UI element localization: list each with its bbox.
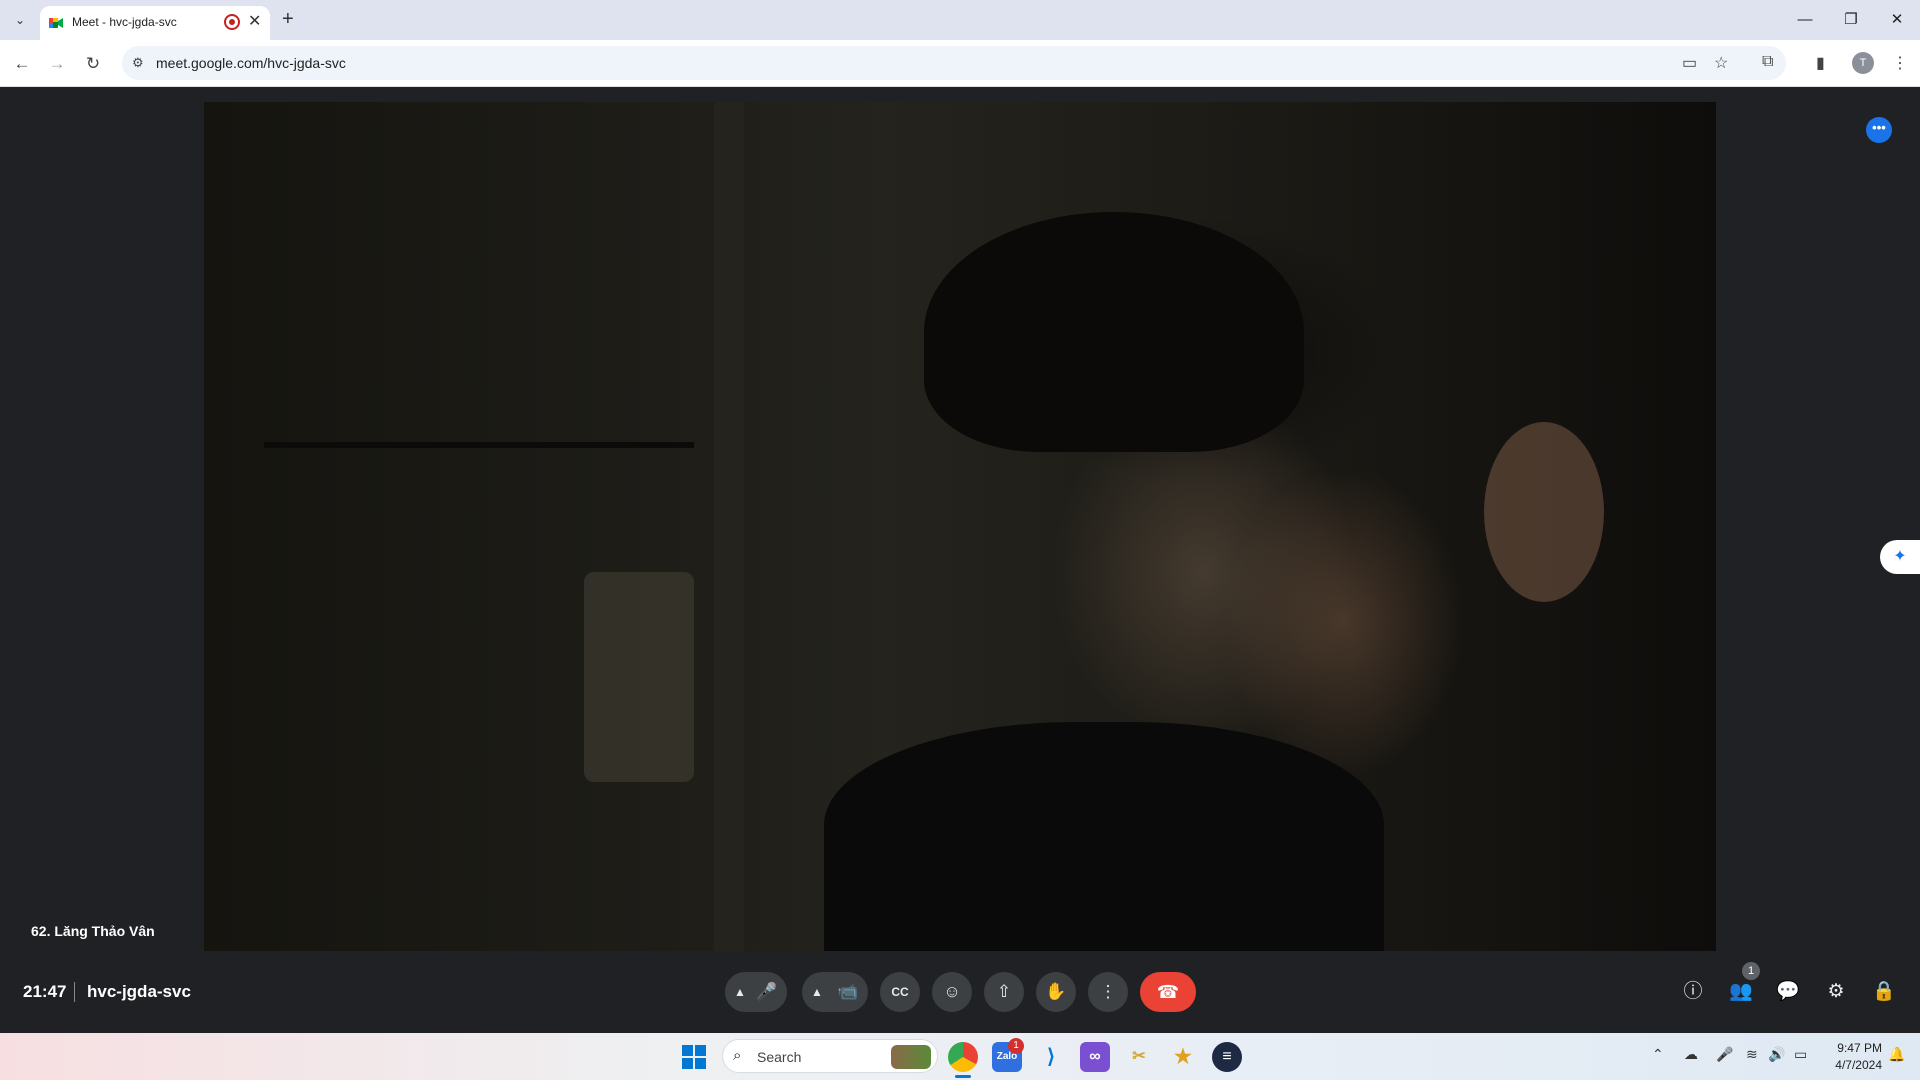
windows-start-icon[interactable] xyxy=(682,1045,706,1069)
meet-content: 62. Lăng Thảo Vân ••• ✦ 21:47 hvc-jgda-s… xyxy=(0,87,1920,1033)
tab-close-icon[interactable]: ✕ xyxy=(248,13,261,31)
camera-in-use-icon[interactable]: ▭ xyxy=(1682,53,1697,73)
notification-badge: 1 xyxy=(1008,1038,1024,1054)
visual-studio-app-icon[interactable]: ∞ xyxy=(1080,1042,1110,1072)
companion-fab-icon[interactable]: ✦ xyxy=(1880,540,1920,574)
close-window-button[interactable]: ✕ xyxy=(1882,8,1912,32)
activities-icon[interactable]: ⚙ xyxy=(1821,977,1851,1007)
hanging-clothes xyxy=(584,572,694,782)
volume-icon[interactable]: 🔊 xyxy=(1768,1046,1785,1063)
meeting-info-icon[interactable]: ⓘ xyxy=(1678,977,1708,1007)
extensions-icon[interactable]: ⧉ xyxy=(1762,53,1773,71)
recording-indicator-icon xyxy=(224,14,240,30)
raise-hand-button[interactable]: ✋ xyxy=(1036,972,1076,1012)
second-face xyxy=(1484,422,1604,602)
divider xyxy=(74,982,75,1002)
more-options-icon[interactable]: ••• xyxy=(1866,117,1892,143)
chrome-menu-icon[interactable]: ⋮ xyxy=(1892,53,1908,73)
wifi-icon[interactable]: ≋ xyxy=(1746,1046,1758,1063)
browser-tab-meet[interactable]: Meet - hvc-jgda-svc ✕ xyxy=(40,6,270,40)
notifications-bell-icon[interactable]: 🔔 xyxy=(1888,1046,1905,1063)
host-controls-icon[interactable]: 🔒 xyxy=(1869,977,1899,1007)
microphone-tray-icon[interactable]: 🎤 xyxy=(1716,1046,1733,1063)
bookmark-star-icon[interactable]: ☆ xyxy=(1714,53,1728,73)
door-frame xyxy=(714,102,744,951)
snipping-tool-app-icon[interactable]: ✂ xyxy=(1124,1042,1154,1072)
clothes-rack xyxy=(264,442,694,448)
windows-taskbar: ⌕ Search Zalo 1 ⟩ ∞ ✂ ★ ≡ ⌃ ☁ 🎤 ≋ 🔊 ▭ 9:… xyxy=(0,1033,1920,1080)
active-app-indicator xyxy=(955,1075,971,1078)
forward-arrow-icon[interactable]: → xyxy=(45,52,69,76)
restore-button[interactable]: ❐ xyxy=(1836,8,1866,32)
url-text[interactable]: meet.google.com/hvc-jgda-svc xyxy=(156,55,346,71)
back-arrow-icon[interactable]: ← xyxy=(10,52,34,76)
starred-app-icon[interactable]: ★ xyxy=(1168,1042,1198,1072)
tab-search-chevron-icon[interactable]: ⌄ xyxy=(10,10,30,30)
search-icon: ⌕ xyxy=(733,1047,742,1064)
participant-video xyxy=(204,102,1716,951)
clock-time[interactable]: 9:47 PM xyxy=(1822,1041,1882,1055)
clock-date[interactable]: 4/7/2024 xyxy=(1822,1058,1882,1072)
new-tab-button[interactable]: + xyxy=(282,8,294,30)
eclipse-app-icon[interactable]: ≡ xyxy=(1212,1042,1242,1072)
search-placeholder: Search xyxy=(757,1049,802,1065)
minimize-button[interactable]: — xyxy=(1790,8,1820,32)
people-count-badge: 1 xyxy=(1742,962,1760,980)
more-options-button[interactable]: ⋮ xyxy=(1088,972,1128,1012)
microphone-control-group: ▲ 🎤 xyxy=(725,972,787,1012)
address-bar[interactable]: ⚙ meet.google.com/hvc-jgda-svc ▭ ☆ xyxy=(122,46,1786,80)
microphone-button[interactable]: 🎤 xyxy=(747,972,787,1012)
browser-title-bar: ⌄ Meet - hvc-jgda-svc ✕ + — ❐ ✕ xyxy=(0,0,1920,40)
reload-icon[interactable]: ↻ xyxy=(81,52,105,76)
search-highlight-image xyxy=(891,1045,931,1069)
profile-avatar[interactable]: T xyxy=(1852,52,1874,74)
google-meet-icon xyxy=(49,18,63,28)
tab-title: Meet - hvc-jgda-svc xyxy=(72,15,177,29)
taskbar-search[interactable]: ⌕ Search xyxy=(722,1039,938,1073)
present-screen-button[interactable]: ⇧ xyxy=(984,972,1024,1012)
camera-button[interactable]: 📹 xyxy=(828,972,868,1012)
chat-icon[interactable]: 💬 xyxy=(1773,977,1803,1007)
meeting-time: 21:47 xyxy=(23,982,67,1001)
emoji-button[interactable]: ☺ xyxy=(932,972,972,1012)
participant-name-label: 62. Lăng Thảo Vân xyxy=(31,923,155,939)
show-hidden-icons-chevron-icon[interactable]: ⌃ xyxy=(1652,1046,1664,1063)
battery-icon[interactable]: ▭ xyxy=(1794,1046,1807,1063)
people-icon[interactable]: 👥 xyxy=(1726,977,1756,1007)
camera-control-group: ▲ 📹 xyxy=(802,972,868,1012)
captions-button[interactable]: CC xyxy=(880,972,920,1012)
meeting-code: hvc-jgda-svc xyxy=(87,982,191,1001)
black-shirt xyxy=(824,722,1384,951)
onedrive-icon[interactable]: ☁ xyxy=(1684,1046,1698,1063)
vscode-app-icon[interactable]: ⟩ xyxy=(1036,1042,1066,1072)
site-info-icon[interactable]: ⚙ xyxy=(132,55,144,71)
browser-toolbar: ← → ↻ ⚙ meet.google.com/hvc-jgda-svc ▭ ☆… xyxy=(0,40,1920,87)
hair xyxy=(924,212,1304,452)
chrome-app-icon[interactable] xyxy=(948,1042,978,1072)
side-panel-icon[interactable]: ▮ xyxy=(1816,53,1825,73)
end-call-button[interactable]: ☎ xyxy=(1140,972,1196,1012)
